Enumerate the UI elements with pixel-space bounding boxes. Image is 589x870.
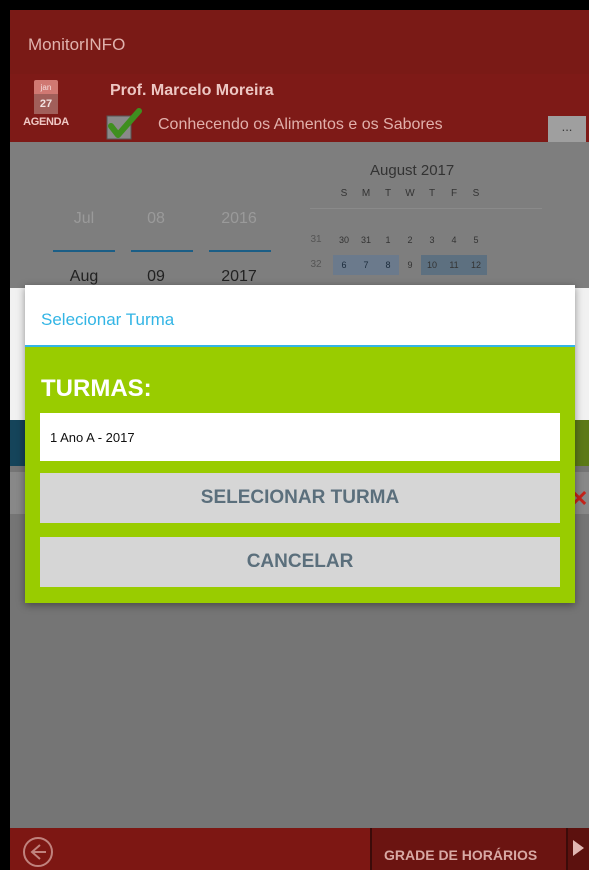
calendar-day[interactable]: 12 <box>465 255 487 275</box>
agenda-label: AGENDA <box>23 116 69 128</box>
turmas-label: TURMAS: <box>41 375 152 402</box>
back-arrow-icon[interactable] <box>22 836 54 868</box>
weekday-header: T <box>428 188 436 199</box>
calendar-day[interactable]: 2 <box>399 230 421 250</box>
picker-prev-month[interactable]: Jul <box>52 210 116 228</box>
calendar-day[interactable]: 5 <box>465 230 487 250</box>
picker-current-year[interactable]: 2017 <box>207 268 271 286</box>
date-area: Jul 08 2016 Aug 09 2017 August 2017 S M … <box>10 142 589 288</box>
turma-select-field[interactable]: 1 Ano A - 2017 <box>40 413 560 461</box>
calendar-divider <box>310 208 542 209</box>
checkmark-icon <box>106 108 142 140</box>
play-button[interactable] <box>566 828 589 870</box>
picker-divider <box>131 250 193 252</box>
weekday-header: T <box>384 188 392 199</box>
select-turma-dialog: Selecionar Turma TURMAS: 1 Ano A - 2017 … <box>25 285 575 603</box>
calendar-title: August 2017 <box>370 162 455 179</box>
picker-divider <box>53 250 115 252</box>
calendar-day[interactable]: 8 <box>377 255 399 275</box>
teacher-name: Prof. Marcelo Moreira <box>110 82 274 99</box>
picker-prev-day[interactable]: 08 <box>124 210 188 228</box>
agenda-month: jan <box>34 80 58 94</box>
calendar-day[interactable]: 31 <box>355 230 377 250</box>
app-title: MonitorINFO <box>10 10 589 74</box>
calendar-day[interactable]: 7 <box>355 255 377 275</box>
play-icon <box>573 840 584 856</box>
grade-horarios-button[interactable]: GRADE DE HORÁRIOS <box>370 828 566 870</box>
more-button[interactable]: ... <box>548 116 586 142</box>
weekday-header: M <box>361 188 371 199</box>
select-turma-button[interactable]: SELECIONAR TURMA <box>40 473 560 523</box>
subject-name: Conhecendo os Alimentos e os Sabores <box>158 116 443 133</box>
agenda-calendar-icon[interactable]: jan 27 AGENDA <box>22 80 70 138</box>
calendar-day[interactable]: 30 <box>333 230 355 250</box>
teacher-bar: jan 27 AGENDA Prof. Marcelo Moreira Conh… <box>10 74 589 142</box>
picker-divider <box>209 250 271 252</box>
weekday-header: F <box>450 188 458 199</box>
calendar-day[interactable]: 4 <box>443 230 465 250</box>
calendar-day[interactable]: 6 <box>333 255 355 275</box>
picker-current-day[interactable]: 09 <box>124 268 188 286</box>
cancel-button[interactable]: CANCELAR <box>40 537 560 587</box>
week-number: 32 <box>310 259 322 270</box>
weekday-header: S <box>340 188 348 199</box>
week-number: 31 <box>310 234 322 245</box>
agenda-day: 27 <box>34 94 58 114</box>
dialog-body: TURMAS: 1 Ano A - 2017 SELECIONAR TURMA … <box>25 347 575 603</box>
picker-prev-year[interactable]: 2016 <box>207 210 271 228</box>
weekday-header: S <box>472 188 480 199</box>
weekday-header: W <box>405 188 415 199</box>
calendar-day[interactable]: 1 <box>377 230 399 250</box>
dialog-title: Selecionar Turma <box>41 310 175 329</box>
calendar-day[interactable]: 11 <box>443 255 465 275</box>
calendar-day[interactable]: 3 <box>421 230 443 250</box>
calendar-day-selected[interactable]: 9 <box>399 255 421 275</box>
picker-current-month[interactable]: Aug <box>52 268 116 286</box>
calendar-day[interactable]: 10 <box>421 255 443 275</box>
